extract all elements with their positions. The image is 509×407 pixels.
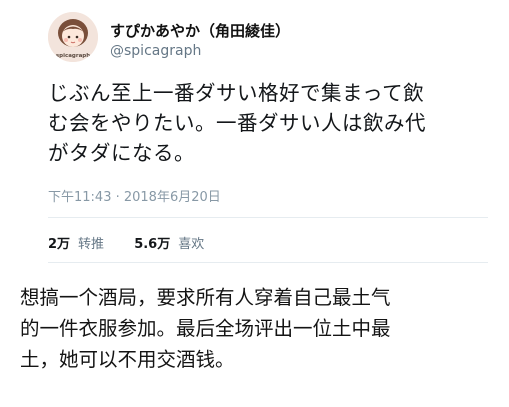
like-label: 喜欢: [178, 237, 205, 252]
user-handle[interactable]: @spicagraph: [110, 43, 201, 59]
tweet-card: spicagraph すぴかあやか（角田綾佳） @spicagraph じぶん至…: [0, 0, 509, 268]
avatar-logo-text: spicagraph: [56, 53, 90, 59]
screenshot: spicagraph すぴかあやか（角田綾佳） @spicagraph じぶん至…: [0, 0, 509, 407]
like-stat[interactable]: 5.6万 喜欢: [134, 233, 204, 252]
tweet-text: じぶん至上一番ダサい格好で集まって飲 む会をやりたい。一番ダサい人は飲み代 がタ…: [48, 81, 426, 165]
like-count: 5.6万: [134, 237, 171, 252]
caption-translation: 想搞一个酒局，要求所有人穿着自己最土气 的一件衣服参加。最后全场评出一位土中最 …: [20, 286, 391, 371]
avatar[interactable]: spicagraph: [48, 12, 98, 62]
avatar-illustration: spicagraph: [48, 12, 98, 62]
divider: [48, 217, 488, 218]
tweet-stats: 2万 转推 5.6万 喜欢: [48, 233, 230, 252]
divider: [48, 262, 488, 263]
display-name[interactable]: すぴかあやか（角田綾佳）: [110, 20, 290, 41]
retweet-stat[interactable]: 2万 转推: [48, 233, 104, 252]
tweet-timestamp[interactable]: 下午11:43 · 2018年6月20日: [48, 186, 221, 205]
retweet-label: 转推: [78, 237, 105, 252]
retweet-count: 2万: [48, 237, 71, 252]
